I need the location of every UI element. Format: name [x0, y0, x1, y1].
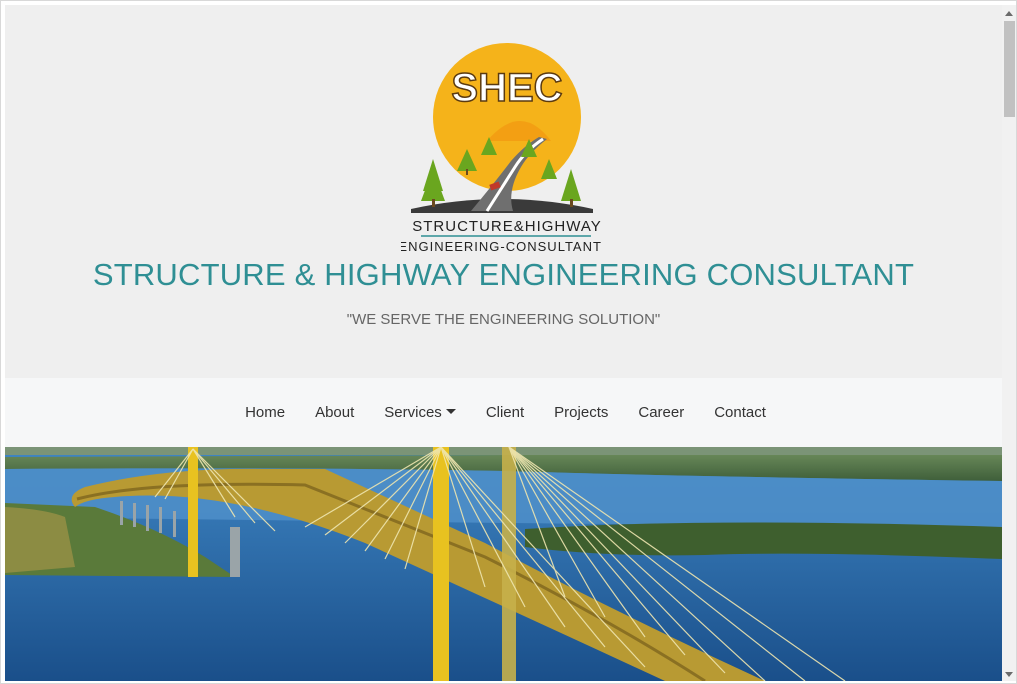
main-navbar: Home About Services Client Projects Care…: [5, 378, 1002, 447]
nav-label-career: Career: [638, 404, 685, 421]
nav-item-client[interactable]: Client: [471, 404, 539, 421]
scroll-down-arrow-icon[interactable]: [1005, 672, 1013, 677]
nav-label-services: Services: [384, 404, 442, 421]
nav-label-client: Client: [485, 404, 525, 421]
nav-item-contact[interactable]: Contact: [699, 404, 781, 421]
logo-text-engineering-consultants: ENGINEERING-CONSULTANTS: [401, 239, 601, 253]
hero-bridge-image: [5, 447, 1002, 681]
nav-label-projects: Projects: [554, 404, 609, 421]
bridge-illustration: [5, 447, 1002, 681]
page-viewport: SHEC STRUCTURE&HIGHWAY ENGINEERING-CONSU…: [5, 5, 1002, 681]
logo-text-shec: SHEC: [451, 66, 562, 110]
nav-item-services[interactable]: Services: [369, 404, 471, 421]
site-header: SHEC STRUCTURE&HIGHWAY ENGINEERING-CONSU…: [5, 5, 1002, 378]
site-title: STRUCTURE & HIGHWAY ENGINEERING CONSULTA…: [92, 257, 915, 292]
logo-text-structure-highway: STRUCTURE&HIGHWAY: [412, 218, 601, 235]
browser-frame: SHEC STRUCTURE&HIGHWAY ENGINEERING-CONSU…: [0, 0, 1017, 684]
nav-item-career[interactable]: Career: [623, 404, 699, 421]
scroll-up-arrow-icon[interactable]: [1005, 11, 1013, 16]
shec-logo[interactable]: SHEC STRUCTURE&HIGHWAY ENGINEERING-CONSU…: [401, 41, 601, 253]
vertical-scrollbar[interactable]: [1002, 5, 1016, 681]
nav-item-home[interactable]: Home: [230, 404, 300, 421]
nav-label-home: Home: [245, 404, 286, 421]
caret-down-icon: [445, 408, 456, 414]
nav-item-about[interactable]: About: [300, 404, 369, 421]
scroll-thumb[interactable]: [1004, 21, 1015, 117]
nav-list: Home About Services Client Projects Care…: [230, 404, 781, 421]
nav-item-projects[interactable]: Projects: [539, 404, 623, 421]
site-tagline: "WE SERVE THE ENGINEERING SOLUTION": [346, 311, 661, 328]
nav-label-contact: Contact: [714, 404, 766, 421]
nav-label-about: About: [315, 404, 355, 421]
